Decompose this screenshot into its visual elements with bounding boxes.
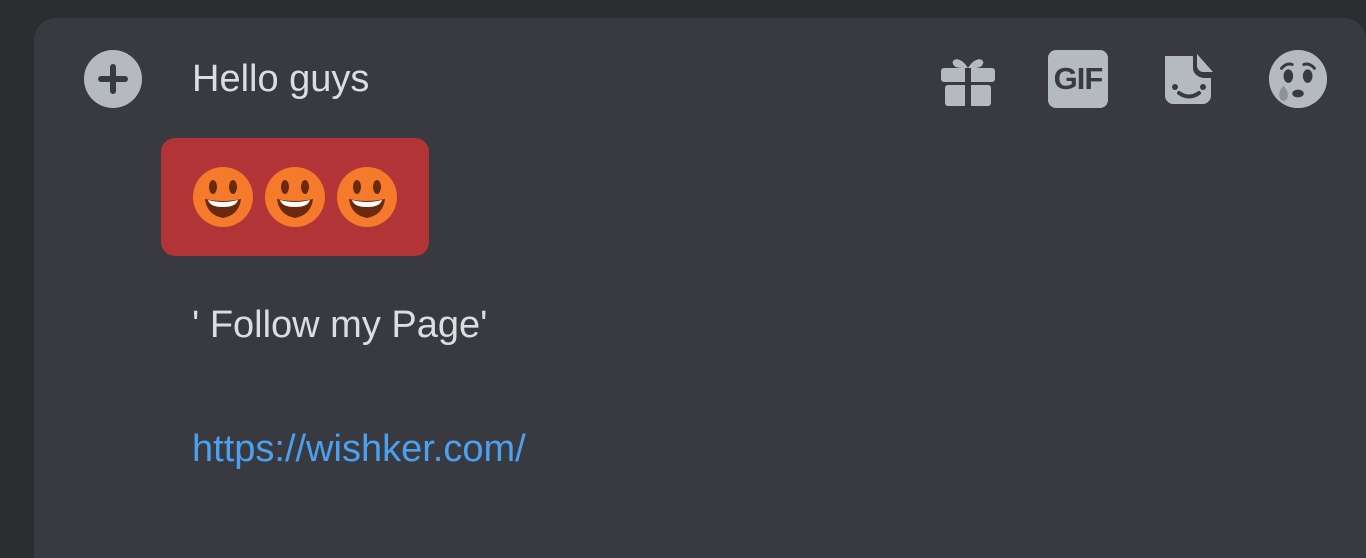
message-greeting: Hello guys (192, 58, 370, 100)
gif-button[interactable]: GIF (1048, 49, 1108, 109)
composer-toolbar: GIF (938, 49, 1328, 109)
emoji-button[interactable] (1268, 49, 1328, 109)
gift-button[interactable] (938, 49, 998, 109)
grinning-face-emoji (337, 167, 397, 227)
gift-icon (941, 59, 995, 106)
grinning-face-emoji (265, 167, 325, 227)
sticker-button[interactable] (1158, 49, 1218, 109)
message-composer[interactable]: Hello guys ' Follow my Page' https://wis… (34, 18, 1366, 558)
message-follow-text: ' Follow my Page' (192, 304, 488, 346)
gif-icon: GIF (1048, 50, 1108, 108)
selected-emoji-group[interactable] (161, 138, 429, 256)
message-link[interactable]: https://wishker.com/ (192, 428, 526, 470)
add-attachment-button[interactable] (84, 50, 142, 108)
message-input[interactable]: Hello guys ' Follow my Page' https://wis… (161, 50, 1012, 478)
sticker-icon (1165, 54, 1213, 104)
grinning-face-emoji (193, 167, 253, 227)
emoji-face-icon (1268, 49, 1328, 109)
